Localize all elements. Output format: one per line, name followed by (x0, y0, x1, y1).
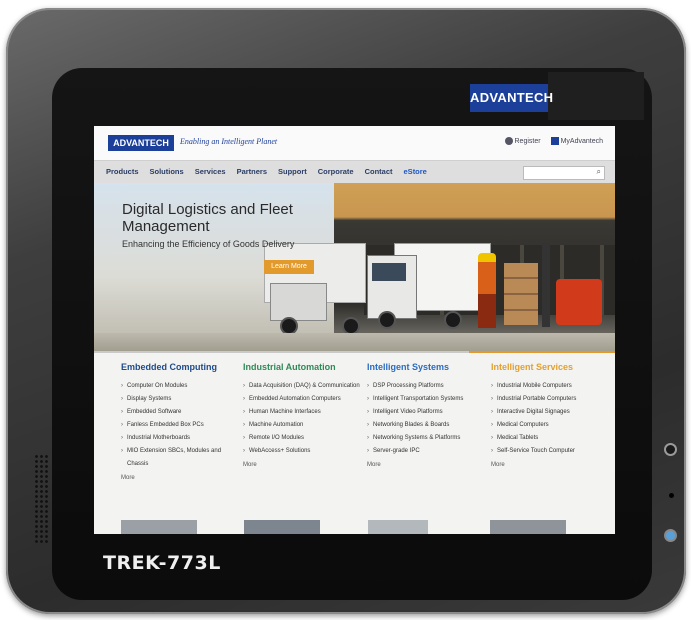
hero-divider (94, 351, 615, 353)
register-link[interactable]: Register (504, 137, 541, 145)
category-link[interactable]: Data Acquisition (DAQ) & Communication (243, 380, 365, 393)
category-title[interactable]: Intelligent Systems (367, 362, 489, 372)
nav-solutions[interactable]: Solutions (150, 161, 184, 183)
truck-window-image (372, 263, 406, 281)
nav-support[interactable]: Support (278, 161, 307, 183)
search-icon[interactable]: ⌕ (597, 167, 601, 177)
category-link[interactable]: Networking Systems & Platforms (367, 432, 489, 445)
category-intelligent-services: Intelligent Services Industrial Mobile C… (489, 362, 615, 481)
wheel-image (444, 311, 462, 329)
site-header: ADVANTECH Enabling an Intelligent Planet… (94, 126, 615, 160)
indicator-led (669, 493, 674, 498)
category-link[interactable]: Medical Tablets (491, 432, 615, 445)
category-link[interactable]: MIO Extension SBCs, Modules and Chassis (121, 445, 241, 471)
category-link[interactable]: Networking Blades & Boards (367, 419, 489, 432)
model-label: TREK-773L (103, 552, 221, 574)
display-screen: ADVANTECH Enabling an Intelligent Planet… (94, 126, 615, 534)
forklift-image (556, 279, 602, 325)
more-link[interactable]: More (121, 475, 241, 481)
hero-subtitle: Enhancing the Efficiency of Goods Delive… (122, 239, 295, 249)
category-link[interactable]: Intelligent Video Platforms (367, 406, 489, 419)
thumbnail-strip (94, 520, 615, 534)
thumbnail-image[interactable] (121, 520, 197, 534)
category-title[interactable]: Embedded Computing (121, 362, 241, 372)
category-link[interactable]: Industrial Portable Computers (491, 393, 615, 406)
thumbnail-image[interactable] (368, 520, 428, 534)
category-link[interactable]: Medical Computers (491, 419, 615, 432)
floor-image (94, 333, 615, 353)
category-link[interactable]: Remote I/O Modules (243, 432, 365, 445)
hero-banner: Digital Logistics and Fleet Management E… (94, 183, 615, 353)
category-industrial-automation: Industrial Automation Data Acquisition (… (241, 362, 365, 481)
myadvantech-link[interactable]: MyAdvantech (550, 137, 603, 145)
category-embedded-computing: Embedded Computing Computer On Modules D… (94, 362, 241, 481)
category-link[interactable]: Embedded Automation Computers (243, 393, 365, 406)
account-links: Register MyAdvantech (504, 137, 603, 145)
boxes-image (504, 263, 538, 325)
nav-services[interactable]: Services (195, 161, 226, 183)
myadvantech-icon (550, 137, 559, 145)
category-link[interactable]: Human Machine Interfaces (243, 406, 365, 419)
nav-estore[interactable]: eStore (404, 161, 427, 183)
category-link[interactable]: Self-Service Touch Computer (491, 445, 615, 458)
camera-panel (548, 72, 644, 120)
hero-title: Digital Logistics and Fleet Management (122, 201, 293, 235)
site-tagline: Enabling an Intelligent Planet (180, 137, 278, 146)
learn-more-button[interactable]: Learn More (264, 260, 314, 274)
category-link[interactable]: Industrial Mobile Computers (491, 380, 615, 393)
category-link[interactable]: Display Systems (121, 393, 241, 406)
worker-image (478, 253, 496, 328)
more-link[interactable]: More (367, 462, 489, 468)
truck-cab-image (270, 283, 327, 321)
category-link[interactable]: Embedded Software (121, 406, 241, 419)
thumbnail-image[interactable] (244, 520, 320, 534)
category-title[interactable]: Industrial Automation (243, 362, 365, 372)
nav-products[interactable]: Products (106, 161, 139, 183)
category-link[interactable]: Intelligent Transportation Systems (367, 393, 489, 406)
thumbnail-image[interactable] (490, 520, 566, 534)
wheel-image (378, 311, 396, 329)
product-categories: Embedded Computing Computer On Modules D… (94, 362, 615, 481)
category-title[interactable]: Intelligent Services (491, 362, 615, 372)
nav-partners[interactable]: Partners (237, 161, 267, 183)
main-nav: Products Solutions Services Partners Sup… (94, 160, 615, 184)
search-input[interactable]: ⌕ (523, 166, 605, 180)
category-link[interactable]: Machine Automation (243, 419, 365, 432)
category-intelligent-systems: Intelligent Systems DSP Processing Platf… (365, 362, 489, 481)
category-link[interactable]: WebAccess+ Solutions (243, 445, 365, 458)
more-link[interactable]: More (243, 462, 365, 468)
category-link[interactable]: DSP Processing Platforms (367, 380, 489, 393)
user-icon (504, 137, 513, 145)
site-logo[interactable]: ADVANTECH (108, 135, 174, 151)
power-button[interactable] (666, 445, 675, 454)
category-link[interactable]: Computer On Modules (121, 380, 241, 393)
nav-contact[interactable]: Contact (365, 161, 393, 183)
category-link[interactable]: Industrial Motherboards (121, 432, 241, 445)
forklift-mast-image (542, 243, 550, 327)
speaker-grille (34, 454, 50, 544)
hero-text: Digital Logistics and Fleet Management E… (122, 201, 322, 249)
nav-corporate[interactable]: Corporate (318, 161, 354, 183)
brand-badge: ADVANTECH (470, 84, 553, 112)
more-link[interactable]: More (491, 462, 615, 468)
category-link[interactable]: Interactive Digital Signages (491, 406, 615, 419)
category-link[interactable]: Fanless Embedded Box PCs (121, 419, 241, 432)
status-led (666, 531, 675, 540)
category-link[interactable]: Server-grade IPC (367, 445, 489, 458)
